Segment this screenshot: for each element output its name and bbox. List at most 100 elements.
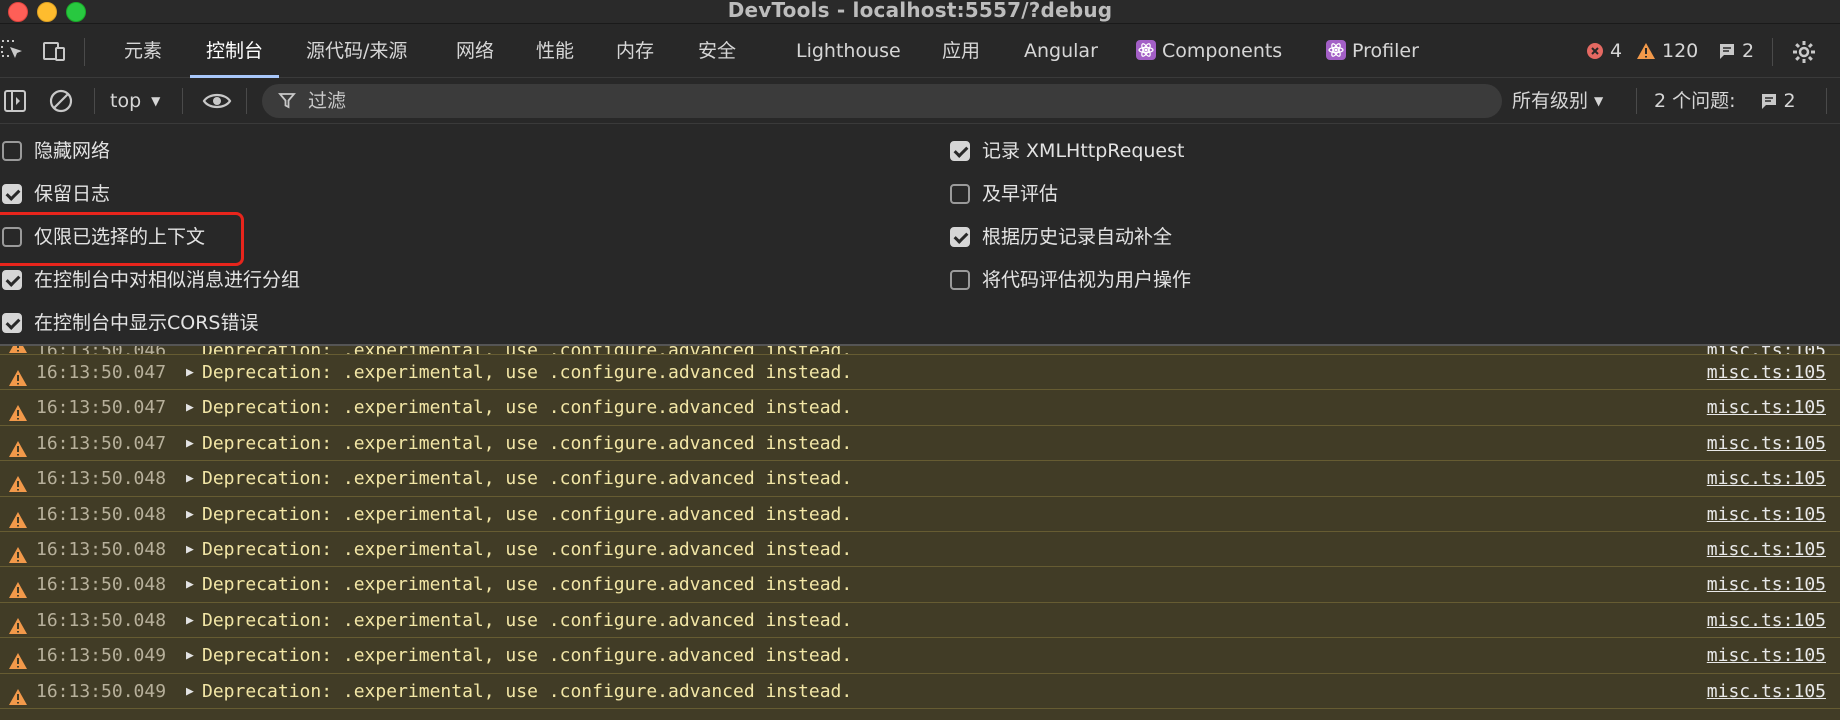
expand-arrow-icon[interactable]: ▶ [186, 567, 194, 602]
message-source-link[interactable]: misc.ts:105 [1707, 346, 1826, 354]
error-icon [1586, 27, 1604, 81]
message-timestamp: 16:13:50.047 [36, 362, 167, 383]
inspect-element-icon[interactable] [0, 39, 28, 65]
message-text: Deprecation: .experimental, use .configu… [202, 645, 853, 667]
filter-input[interactable] [308, 84, 1488, 118]
tab-label: 安全 [698, 40, 737, 62]
message-source-link[interactable]: misc.ts:105 [1707, 567, 1826, 602]
expand-arrow-icon[interactable]: ▶ [186, 638, 194, 673]
toolbar-divider [1772, 38, 1773, 66]
message-counter[interactable]: 2 [1718, 24, 1754, 78]
console-message-row[interactable]: 16:13:50.047 ▶ Deprecation: .experimental,… [0, 390, 1840, 426]
message-source-link[interactable]: misc.ts:105 [1707, 355, 1826, 390]
tab-2[interactable]: 源代码/来源 [306, 24, 407, 78]
expand-arrow-icon[interactable]: ▶ [186, 497, 194, 532]
expand-arrow-icon[interactable]: ▶ [186, 674, 194, 709]
tab-0[interactable]: 元素 [124, 24, 162, 78]
tab-3[interactable]: 网络 [456, 24, 494, 78]
setting-checkbox[interactable] [2, 184, 22, 204]
setting-option[interactable]: 在控制台中显示CORS错误 [2, 308, 259, 338]
tab-label: Profiler [1352, 40, 1419, 62]
message-source-link[interactable]: misc.ts:105 [1707, 426, 1826, 461]
message-source-link[interactable]: misc.ts:105 [1707, 532, 1826, 567]
sidebar-toggle-icon[interactable] [2, 88, 28, 114]
tab-label: 控制台 [206, 40, 264, 62]
device-toolbar-icon[interactable] [40, 39, 68, 65]
tab-4[interactable]: 性能 [536, 24, 574, 78]
setting-option[interactable]: 根据历史记录自动补全 [950, 222, 1172, 252]
setting-option[interactable]: 及早评估 [950, 179, 1058, 209]
console-message-row[interactable]: 16:13:50.048 ▶ Deprecation: .experimental,… [0, 531, 1840, 568]
message-timestamp: 16:13:50.049 [36, 645, 167, 667]
expand-arrow-icon[interactable]: ▶ [186, 390, 194, 425]
tab-label: Lighthouse [796, 40, 901, 62]
message-source-link[interactable]: misc.ts:105 [1707, 603, 1826, 638]
setting-label: 将代码评估视为用户操作 [982, 269, 1192, 291]
console-message-row[interactable]: 16:13:50.049 ▶ Deprecation: .experimental,… [0, 638, 1840, 674]
console-message-row[interactable]: 16:13:50.048 ▶ Deprecation: .experimental,… [0, 602, 1840, 639]
expand-arrow-icon[interactable]: ▶ [186, 532, 194, 567]
setting-checkbox[interactable] [950, 270, 970, 290]
console-message-row[interactable]: 16:13:50.048 ▶ Deprecation: .experimental,… [0, 496, 1840, 532]
message-timestamp: 16:13:50.047 [36, 397, 167, 419]
window-title: DevTools - localhost:5557/?debug [727, 0, 1113, 22]
tab-label: 内存 [616, 40, 655, 62]
expand-arrow-icon[interactable]: ▶ [186, 603, 194, 638]
tab-9[interactable]: Angular [1024, 24, 1098, 78]
tab-7[interactable]: Lighthouse [796, 24, 901, 78]
setting-option[interactable]: 将代码评估视为用户操作 [950, 265, 1191, 295]
setting-option[interactable]: 在控制台中对相似消息进行分组 [2, 265, 300, 295]
setting-checkbox[interactable] [2, 141, 22, 161]
message-text: Deprecation: .experimental, use .configu… [202, 397, 853, 419]
tab-8[interactable]: 应用 [942, 24, 980, 78]
console-message-row[interactable]: 16:13:50.047 ▶ Deprecation: .experimental,… [0, 425, 1840, 462]
console-message-row[interactable]: 16:13:50.047 ▶ Deprecation: .experimental,… [0, 355, 1840, 391]
clear-console-icon[interactable] [48, 88, 74, 114]
log-levels-label: 所有级别 [1512, 90, 1589, 112]
log-levels-dropdown[interactable]: 所有级别 ▼ [1512, 78, 1603, 124]
setting-checkbox[interactable] [2, 313, 22, 333]
warning-counter[interactable]: 120 [1636, 24, 1698, 78]
setting-label: 隐藏网络 [34, 140, 111, 162]
title-bar: DevTools - localhost:5557/?debug [0, 0, 1840, 24]
tab-6[interactable]: 安全 [698, 24, 736, 78]
tab-label: 应用 [942, 40, 981, 62]
warning-icon [8, 470, 28, 493]
setting-option[interactable]: 记录 XMLHttpRequest [950, 136, 1184, 166]
tab-10[interactable]: Components [1136, 24, 1282, 78]
toolbar-divider [84, 38, 85, 66]
console-message-row[interactable]: 16:13:50.049 ▶ Deprecation: .experimental,… [0, 673, 1840, 709]
live-expression-eye-icon[interactable] [202, 88, 232, 114]
context-selector[interactable]: top ▼ [110, 78, 160, 124]
setting-checkbox[interactable] [2, 270, 22, 290]
tab-label: Components [1162, 40, 1283, 62]
setting-checkbox[interactable] [950, 227, 970, 247]
setting-option[interactable]: 隐藏网络 [2, 136, 110, 166]
warning-icon [8, 364, 28, 386]
warning-icon [8, 435, 28, 457]
message-source-link[interactable]: misc.ts:105 [1707, 497, 1826, 532]
tab-1[interactable]: 控制台 [189, 24, 280, 78]
tab-11[interactable]: Profiler [1326, 24, 1419, 78]
settings-gear-icon[interactable] [1790, 39, 1818, 65]
tab-label: 源代码/来源 [306, 40, 408, 62]
message-icon [1718, 27, 1736, 81]
console-message-row[interactable]: 16:13:50.046 Deprecation: .experimental, … [0, 346, 1840, 355]
issues-indicator[interactable]: 2 个问题: 2 [1654, 78, 1796, 124]
message-source-link[interactable]: misc.ts:105 [1707, 674, 1826, 709]
message-timestamp: 16:13:50.049 [36, 680, 167, 702]
message-source-link[interactable]: misc.ts:105 [1707, 638, 1826, 673]
issues-label: 2 个问题: [1654, 90, 1736, 112]
message-source-link[interactable]: misc.ts:105 [1707, 390, 1826, 425]
setting-checkbox[interactable] [950, 141, 970, 161]
expand-arrow-icon[interactable]: ▶ [186, 426, 194, 461]
error-counter[interactable]: 4 [1586, 24, 1622, 78]
expand-arrow-icon[interactable]: ▶ [186, 461, 194, 496]
console-message-row[interactable]: 16:13:50.048 ▶ Deprecation: .experimental,… [0, 461, 1840, 497]
setting-checkbox[interactable] [950, 184, 970, 204]
tab-5[interactable]: 内存 [616, 24, 654, 78]
expand-arrow-icon[interactable]: ▶ [186, 355, 194, 390]
message-source-link[interactable]: misc.ts:105 [1707, 461, 1826, 496]
setting-option[interactable]: 保留日志 [2, 179, 110, 209]
console-message-row[interactable]: 16:13:50.048 ▶ Deprecation: .experimental,… [0, 567, 1840, 603]
